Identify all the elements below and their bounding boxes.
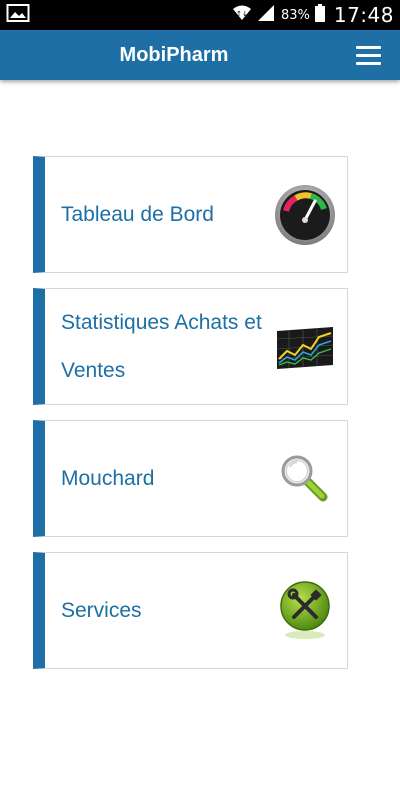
stock-chart-icon	[273, 315, 337, 379]
magnifier-icon	[273, 447, 337, 511]
hamburger-menu-icon[interactable]	[356, 41, 386, 69]
menu-item-services[interactable]: Services	[33, 552, 348, 669]
main-menu: Tableau de Bord Statistiques Achats et V…	[33, 156, 348, 684]
menu-item-label: Mouchard	[61, 466, 155, 490]
menu-item-tableau-de-bord[interactable]: Tableau de Bord	[33, 156, 348, 273]
menu-item-label: Statistiques Achats et Ventes	[61, 310, 262, 382]
tools-icon	[273, 579, 337, 643]
svg-text:↑↓: ↑↓	[236, 10, 248, 18]
menu-item-statistiques[interactable]: Statistiques Achats et Ventes	[33, 288, 348, 405]
app-title: MobiPharm	[119, 44, 229, 66]
image-notification-icon	[6, 3, 30, 28]
wifi-icon: ↑↓	[231, 3, 253, 28]
signal-icon	[257, 3, 275, 28]
clock: 17:48	[333, 3, 394, 27]
app-bar: MobiPharm	[0, 30, 400, 80]
status-bar: ↑↓ 83% 17:48	[0, 0, 400, 30]
dashboard-gauge-icon	[273, 183, 337, 247]
menu-item-mouchard[interactable]: Mouchard	[33, 420, 348, 537]
menu-item-label: Services	[61, 598, 142, 622]
battery-percent: 83%	[280, 7, 310, 23]
battery-icon	[314, 3, 326, 28]
menu-item-label: Tableau de Bord	[61, 202, 214, 226]
